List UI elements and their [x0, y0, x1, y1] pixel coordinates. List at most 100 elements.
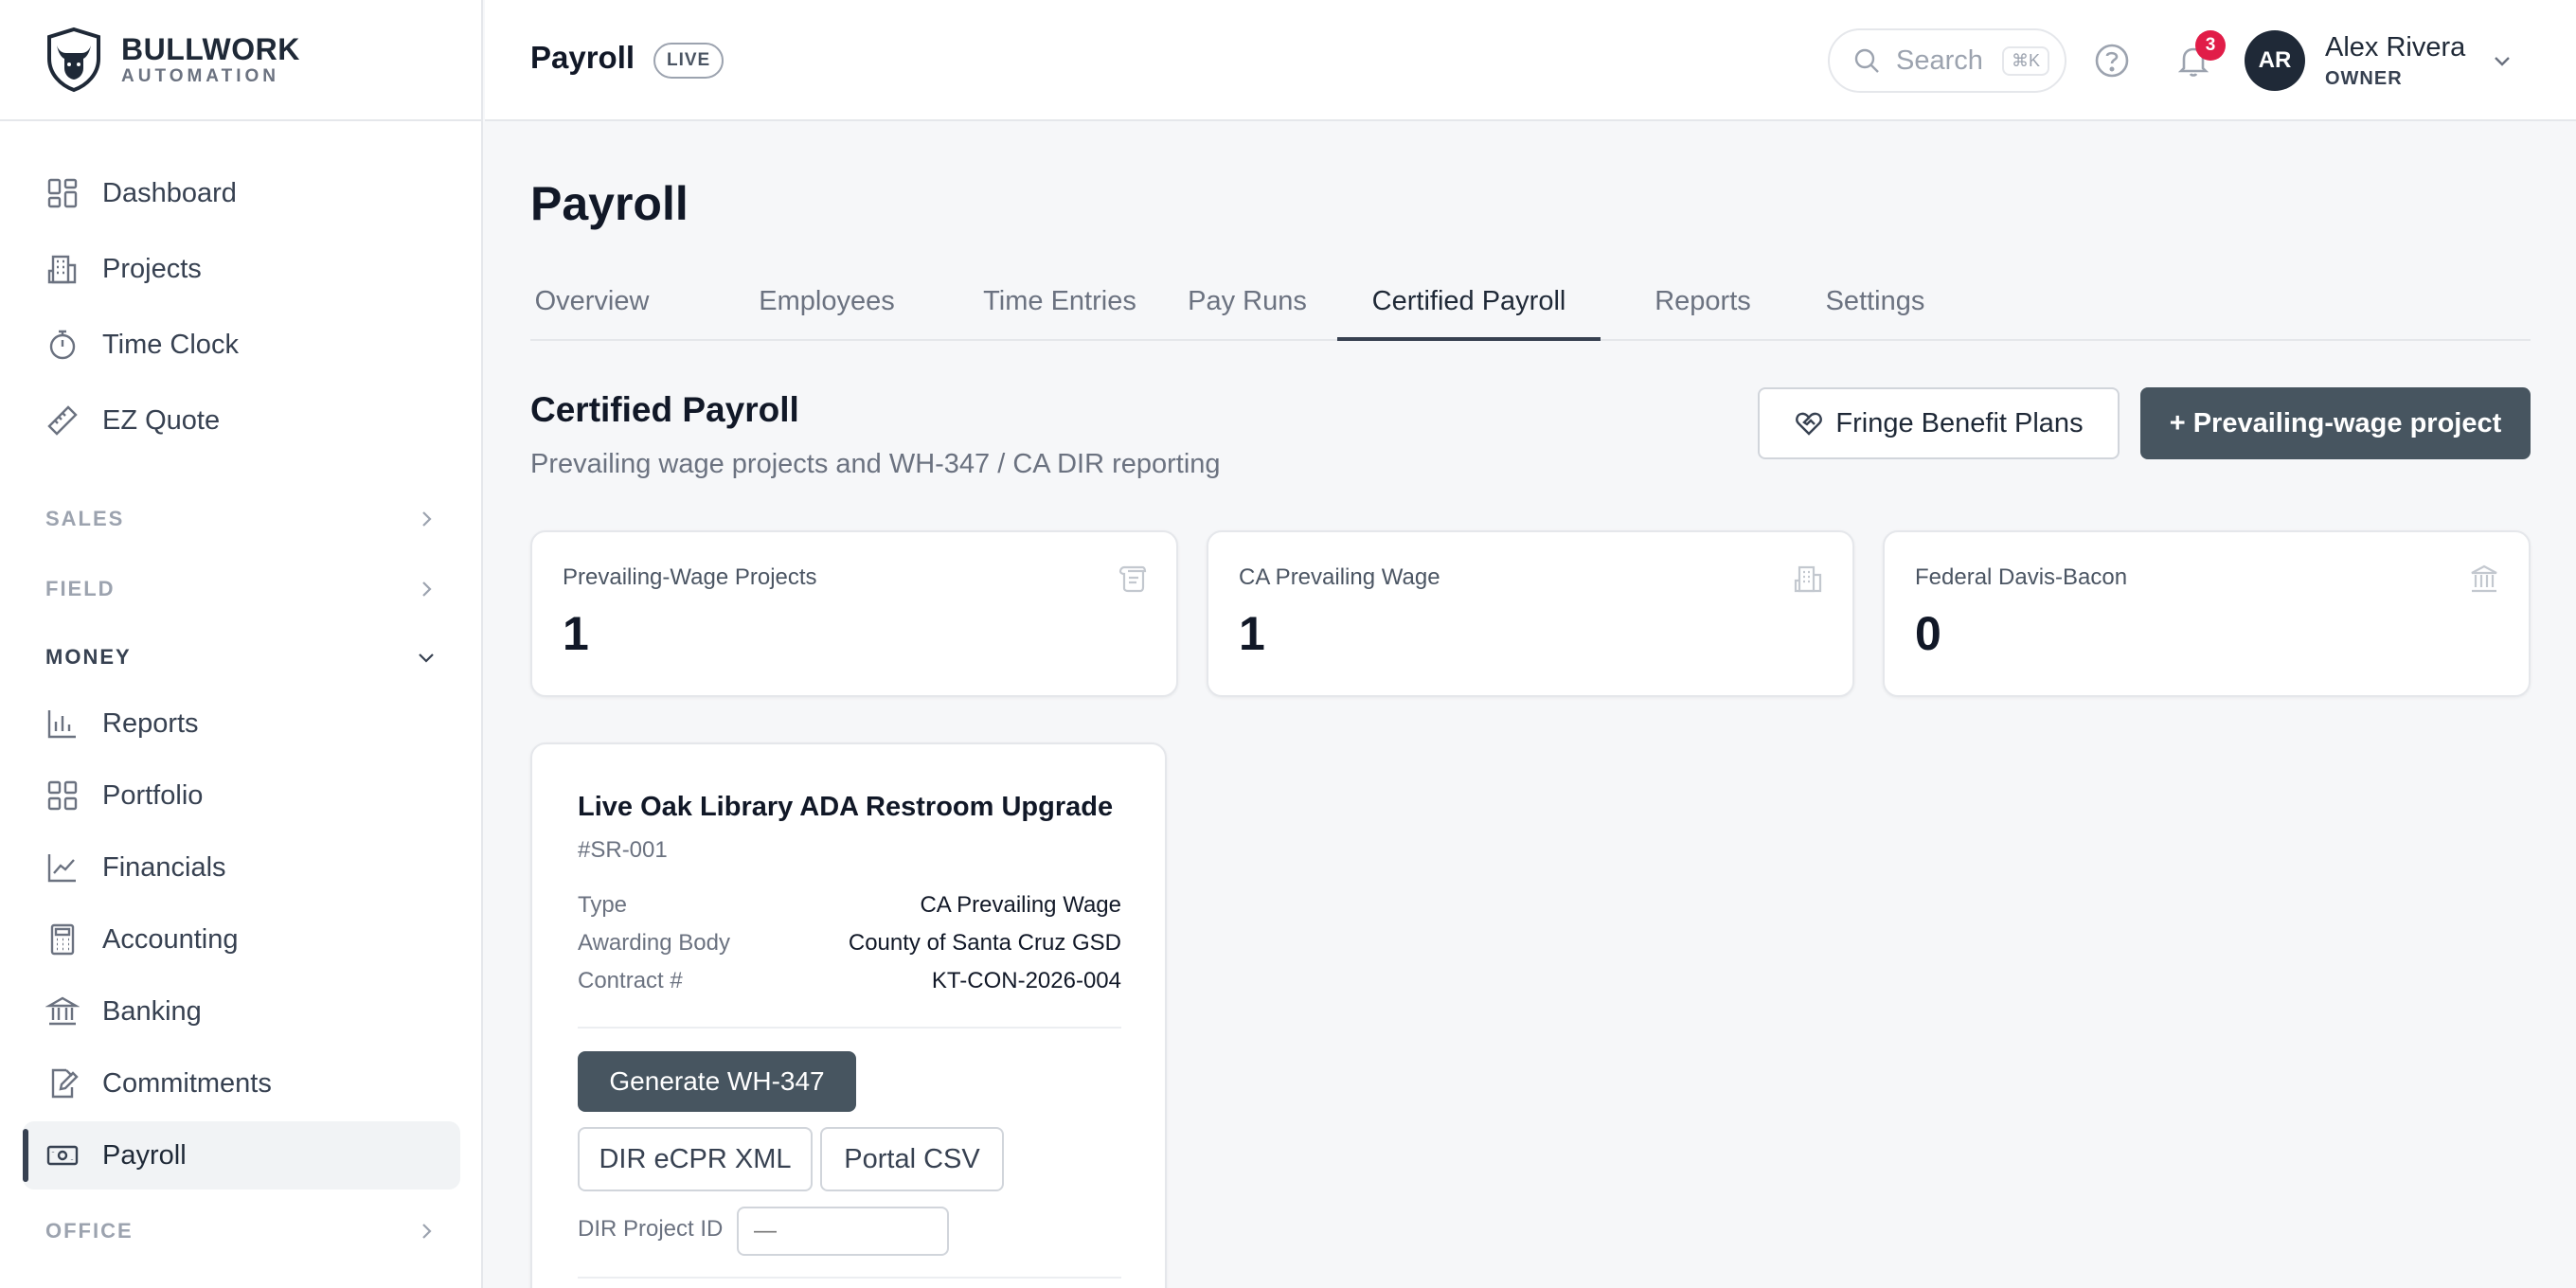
brand-subtitle: AUTOMATION — [121, 66, 280, 86]
dir-project-id-input[interactable] — [737, 1207, 949, 1256]
chevron-right-icon — [422, 511, 432, 527]
field-value: County of Santa Cruz GSD — [848, 930, 1121, 956]
divider — [578, 1027, 1121, 1029]
search-placeholder: Search — [1896, 45, 1983, 76]
dir-ecpr-xml-button[interactable]: DIR eCPR XML — [578, 1127, 813, 1191]
sidebar-item-financials[interactable]: Financials — [23, 833, 460, 902]
stat-value: 1 — [1239, 607, 1265, 660]
tab-certified-payroll[interactable]: Certified Payroll — [1337, 267, 1601, 341]
notification-badge: 3 — [2195, 30, 2226, 61]
chevron-down-icon — [419, 653, 434, 663]
sidebar-item-time-clock[interactable]: Time Clock — [23, 311, 460, 379]
help-icon[interactable] — [2093, 42, 2131, 80]
field-value: CA Prevailing Wage — [920, 892, 1121, 918]
field-value: KT-CON-2026-004 — [931, 968, 1121, 993]
bank-icon — [45, 996, 80, 1026]
stopwatch-icon — [49, 330, 76, 360]
sidebar-item-reports[interactable]: Reports — [23, 689, 460, 758]
bar-chart-icon — [47, 710, 76, 739]
ruler-icon — [47, 405, 78, 436]
stat-card-ca-prevailing-wage: CA Prevailing Wage 1 — [1207, 530, 1854, 697]
calculator-icon — [50, 923, 75, 956]
sidebar-item-label: EZ Quote — [102, 404, 221, 436]
sidebar-item-label: Payroll — [102, 1139, 187, 1171]
brand[interactable]: BULLWORK AUTOMATION — [0, 0, 481, 121]
header-title: Payroll — [530, 40, 635, 75]
sidebar: BULLWORK AUTOMATION Dashboard Projects T… — [0, 0, 483, 1288]
sidebar-item-projects[interactable]: Projects — [23, 235, 460, 303]
sidebar-item-label: Portfolio — [102, 779, 204, 811]
search-input[interactable]: Search ⌘K — [1828, 28, 2066, 93]
sidebar-section-money[interactable]: MONEY — [45, 638, 438, 676]
project-id: #SR-001 — [578, 837, 668, 863]
field-key: Awarding Body — [578, 930, 730, 956]
bank-icon — [2471, 564, 2497, 593]
brand-name: BULLWORK — [121, 32, 300, 66]
field-row-type: Type CA Prevailing Wage — [578, 888, 1121, 922]
field-key: Contract # — [578, 968, 683, 993]
sidebar-item-banking[interactable]: Banking — [23, 977, 460, 1046]
sidebar-item-label: Financials — [102, 851, 226, 883]
generate-wh347-button[interactable]: Generate WH-347 — [578, 1051, 856, 1112]
sidebar-section-sales[interactable]: SALES — [45, 500, 438, 538]
top-bar: Payroll LIVE Search ⌘K 3 AR Alex Rivera … — [485, 0, 2576, 121]
fringe-benefit-plans-button[interactable]: Fringe Benefit Plans — [1758, 387, 2120, 459]
tab-pay-runs[interactable]: Pay Runs — [1176, 267, 1318, 341]
add-prevailing-wage-project-button[interactable]: + Prevailing-wage project — [2140, 387, 2531, 459]
line-chart-icon — [47, 854, 76, 883]
stat-value: 0 — [1915, 607, 1941, 660]
heart-handshake-icon — [1796, 412, 1823, 436]
tab-reports[interactable]: Reports — [1632, 267, 1774, 341]
dashboard-icon — [47, 178, 78, 208]
field-key: Type — [578, 892, 628, 918]
grid-icon — [47, 780, 78, 811]
stat-label: Federal Davis-Bacon — [1915, 564, 2128, 590]
sidebar-item-ez-quote[interactable]: EZ Quote — [23, 386, 460, 455]
section-subtitle: Prevailing wage projects and WH-347 / CA… — [530, 449, 1221, 479]
sidebar-item-label: Projects — [102, 253, 202, 284]
section-label: OFFICE — [45, 1219, 134, 1243]
project-name[interactable]: Live Oak Library ADA Restroom Upgrade — [578, 792, 1113, 823]
sidebar-item-dashboard[interactable]: Dashboard — [23, 159, 460, 227]
tab-settings[interactable]: Settings — [1799, 267, 1951, 341]
divider — [578, 1277, 1121, 1279]
live-badge: LIVE — [653, 43, 724, 79]
cash-icon — [46, 1145, 79, 1166]
chevron-right-icon — [422, 1224, 432, 1239]
avatar[interactable]: AR — [2245, 30, 2305, 91]
portal-csv-button[interactable]: Portal CSV — [820, 1127, 1004, 1191]
tab-overview[interactable]: Overview — [530, 267, 653, 341]
sidebar-item-commitments[interactable]: Commitments — [23, 1049, 460, 1118]
sidebar-item-payroll[interactable]: Payroll — [23, 1121, 460, 1190]
bull-shield-logo-icon — [47, 27, 100, 93]
page-title: Payroll — [530, 177, 689, 230]
building-icon — [47, 255, 77, 284]
user-name[interactable]: Alex Rivera — [2325, 32, 2465, 63]
sidebar-item-accounting[interactable]: Accounting — [23, 905, 460, 974]
sidebar-section-field[interactable]: FIELD — [45, 570, 438, 608]
sidebar-item-portfolio[interactable]: Portfolio — [23, 761, 460, 830]
search-icon — [1854, 48, 1879, 73]
fringe-benefit-plans-label: Fringe Benefit Plans — [1835, 407, 2084, 438]
search-shortcut: ⌘K — [2001, 45, 2049, 76]
project-card: Live Oak Library ADA Restroom Upgrade #S… — [530, 742, 1167, 1288]
stat-card-prevailing-wage-projects: Prevailing-Wage Projects 1 — [530, 530, 1178, 697]
stat-label: Prevailing-Wage Projects — [563, 564, 817, 590]
stat-value: 1 — [563, 607, 589, 660]
chevron-right-icon — [422, 581, 432, 597]
building-icon — [1794, 565, 1822, 593]
scroll-icon — [1118, 565, 1147, 593]
sidebar-section-office[interactable]: OFFICE — [45, 1212, 438, 1250]
tab-employees[interactable]: Employees — [732, 267, 921, 341]
section-label: FIELD — [45, 577, 116, 600]
sidebar-item-label: Dashboard — [102, 177, 237, 208]
user-role: OWNER — [2325, 68, 2403, 89]
tab-time-entries[interactable]: Time Entries — [956, 267, 1164, 341]
tab-bar: Overview Employees Time Entries Pay Runs… — [530, 267, 2531, 341]
sidebar-item-label: Banking — [102, 995, 202, 1027]
section-label: MONEY — [45, 645, 132, 669]
sidebar-item-label: Time Clock — [102, 329, 239, 360]
chevron-down-icon[interactable] — [2489, 47, 2515, 74]
stat-card-federal-davis-bacon: Federal Davis-Bacon 0 — [1883, 530, 2531, 697]
field-row-awarding-body: Awarding Body County of Santa Cruz GSD — [578, 926, 1121, 960]
